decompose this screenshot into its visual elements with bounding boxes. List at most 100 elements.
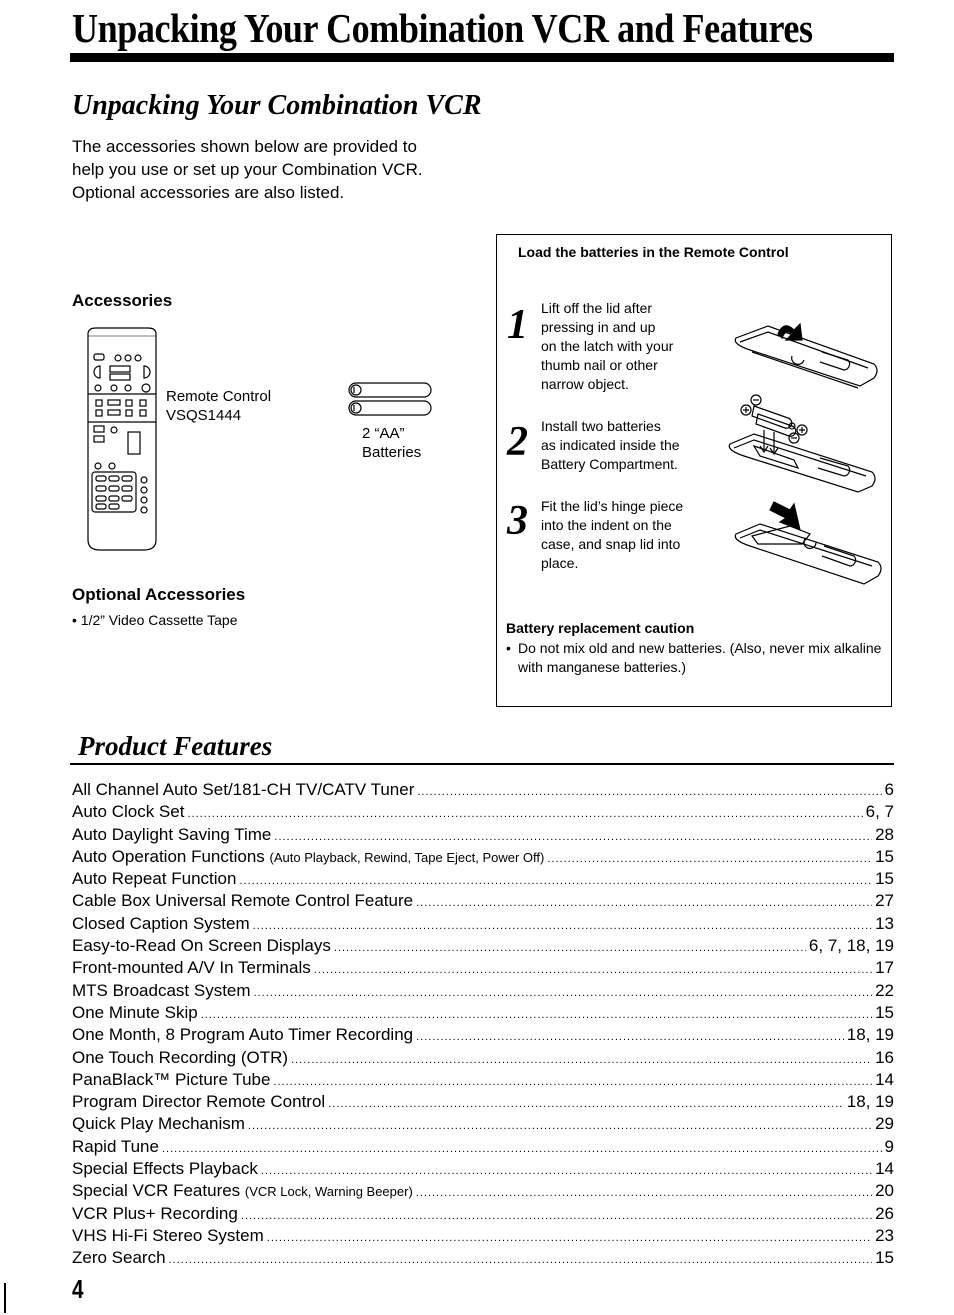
feature-title: All Channel Auto Set/181-CH TV/CATV Tune… [72, 780, 415, 799]
feature-name: Quick Play Mechanism [72, 1113, 245, 1135]
feature-name: All Channel Auto Set/181-CH TV/CATV Tune… [72, 779, 414, 801]
feature-page-ref: 23 [875, 1225, 894, 1245]
feature-title: Cable Box Universal Remote Control Featu… [72, 891, 414, 911]
leader-dots [187, 803, 862, 825]
feature-page-ref: 27 [875, 891, 894, 911]
leader-dots [162, 1138, 882, 1160]
aa-batteries-icon [348, 382, 432, 416]
intro-paragraph: The accessories shown below are provided… [72, 135, 512, 204]
feature-title: MTS Broadcast System [72, 980, 251, 1000]
leader-dots [253, 915, 872, 937]
feature-page-ref: 14 [875, 1069, 894, 1089]
feature-page-ref: 6 [884, 780, 894, 799]
caution-item: • Do not mix old and new batteries. (Als… [506, 639, 886, 677]
feature-name: Auto Operation Functions (Auto Playback,… [72, 846, 544, 869]
feature-name: Special Effects Playback [72, 1158, 258, 1180]
feature-row: VCR Plus+ Recording 26 [72, 1203, 894, 1225]
feature-title: Easy-to-Read On Screen Displays [72, 936, 331, 956]
feature-name: MTS Broadcast System [72, 980, 251, 1002]
feature-name: PanaBlack™ Picture Tube [72, 1069, 270, 1091]
remote-name: Remote Control [166, 388, 272, 405]
page-title: Unpacking Your Combination VCR and Featu… [72, 5, 813, 51]
leader-dots [328, 1093, 844, 1115]
feature-row: Auto Clock Set 6, 7 [72, 801, 894, 823]
step-line: on the latch with your [541, 338, 674, 354]
feature-name: VCR Plus+ Recording [72, 1203, 238, 1225]
feature-title: Closed Caption System [72, 913, 250, 933]
leader-dots [416, 892, 872, 914]
feature-title: One Minute Skip [72, 1002, 198, 1022]
feature-row: VHS Hi-Fi Stereo System 23 [72, 1225, 894, 1247]
bullet: • [506, 640, 511, 656]
feature-name: Special VCR Features (VCR Lock, Warning … [72, 1180, 413, 1203]
feature-name: Program Director Remote Control [72, 1091, 325, 1113]
feature-page-ref: 15 [875, 869, 894, 889]
feature-subtitle: (VCR Lock, Warning Beeper) [244, 1184, 413, 1200]
feature-name: Closed Caption System [72, 913, 250, 935]
feature-title: Auto Clock Set [72, 802, 185, 822]
feature-row: Front-mounted A/V In Terminals 17 [72, 957, 894, 979]
step-2-text: Install two batteries as indicated insid… [541, 417, 711, 474]
feature-page-ref: 13 [875, 913, 894, 933]
feature-page-ref: 28 [875, 824, 894, 844]
step-line: into the indent on the [541, 517, 672, 533]
bullet: • [72, 612, 81, 628]
remote-lid-lift-icon [734, 322, 878, 389]
page-number: 4 [72, 1274, 84, 1304]
feature-title: Auto Repeat Function [72, 869, 237, 889]
step-line: Battery Compartment. [541, 456, 678, 472]
leader-dots [169, 1249, 873, 1271]
feature-title: One Touch Recording (OTR) [72, 1047, 289, 1067]
step-number: 1 [507, 302, 528, 348]
leader-dots [547, 848, 872, 870]
feature-page-ref: 18, 19 [846, 1025, 894, 1045]
battery-box-heading: Load the batteries in the Remote Control [518, 244, 789, 260]
feature-row: Auto Repeat Function 15 [72, 868, 894, 890]
feature-name: One Touch Recording (OTR) [72, 1047, 288, 1069]
optional-accessories-heading: Optional Accessories [72, 585, 246, 604]
feature-title: Special Effects Playback [72, 1159, 258, 1179]
feature-row: Quick Play Mechanism 29 [72, 1113, 894, 1135]
caution-heading: Battery replacement caution [506, 620, 695, 636]
step-number: 2 [507, 419, 528, 465]
battery-insert-icon [728, 394, 876, 493]
margin-mark [4, 1283, 6, 1313]
leader-dots [291, 1049, 872, 1071]
feature-name: Rapid Tune [72, 1136, 159, 1158]
feature-page-ref: 16 [875, 1047, 894, 1067]
batteries-label: 2 “AA” Batteries [362, 424, 421, 462]
step-line: pressing in and up [541, 319, 656, 335]
step-line: as indicated inside the [541, 437, 680, 453]
step-line: case, and snap lid into [541, 536, 681, 552]
feature-row: Rapid Tune 9 [72, 1136, 894, 1158]
section-heading-product-features: Product Features [78, 731, 273, 761]
step-line: place. [541, 555, 579, 571]
intro-line: The accessories shown below are provided… [72, 137, 417, 156]
feature-page-ref: 9 [884, 1136, 894, 1156]
feature-row: One Month, 8 Program Auto Timer Recordin… [72, 1024, 894, 1046]
batteries-count: 2 “AA” [362, 425, 405, 442]
leader-dots [334, 937, 806, 959]
feature-name: Cable Box Universal Remote Control Featu… [72, 890, 413, 912]
feature-title: Rapid Tune [72, 1136, 159, 1156]
optional-accessory-item: • 1/2” Video Cassette Tape [72, 612, 238, 628]
feature-page-ref: 6, 7 [865, 802, 894, 822]
step-line: narrow object. [541, 376, 629, 392]
leader-dots [417, 781, 881, 803]
feature-title: Auto Daylight Saving Time [72, 824, 272, 844]
feature-row: Cable Box Universal Remote Control Featu… [72, 890, 894, 912]
feature-name: Front-mounted A/V In Terminals [72, 957, 311, 979]
leader-dots [261, 1160, 872, 1182]
feature-page-ref: 6, 7, 18, 19 [808, 936, 894, 956]
feature-name: Auto Daylight Saving Time [72, 824, 271, 846]
step-line: Install two batteries [541, 418, 661, 434]
caution-text: Do not mix old and new batteries. (Also,… [518, 640, 882, 675]
feature-row: One Minute Skip 15 [72, 1002, 894, 1024]
feature-page-ref: 18, 19 [846, 1092, 894, 1112]
features-list: All Channel Auto Set/181-CH TV/CATV Tune… [72, 779, 894, 1270]
accessories-heading: Accessories [72, 291, 173, 310]
feature-page-ref: 15 [875, 1248, 894, 1268]
section-heading-unpacking: Unpacking Your Combination VCR [72, 90, 482, 121]
step-line: Lift off the lid after [541, 300, 653, 316]
feature-name: Zero Search [72, 1247, 166, 1269]
